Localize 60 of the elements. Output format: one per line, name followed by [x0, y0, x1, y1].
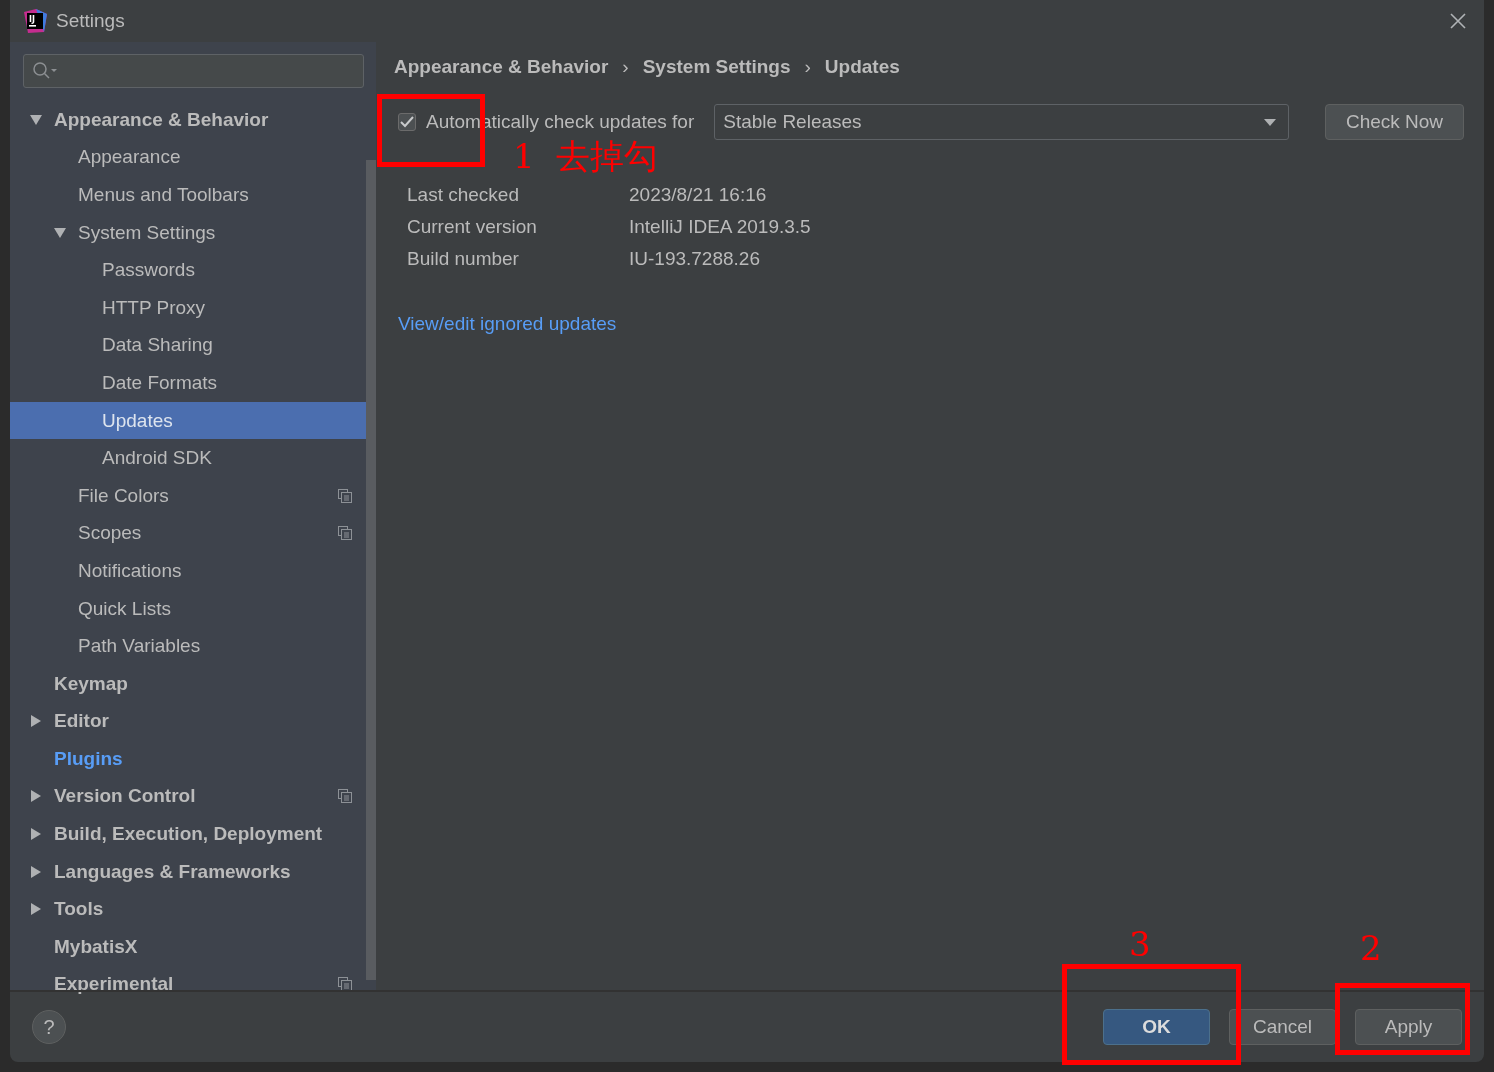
channel-dropdown[interactable]: Stable Releases — [714, 104, 1290, 140]
settings-tree-item[interactable]: Keymap — [10, 664, 366, 703]
info-value: IU-193.7288.26 — [629, 248, 761, 270]
collapsed-arrow-icon[interactable] — [30, 715, 42, 728]
annotation-text: 3 — [1129, 926, 1151, 964]
settings-tree-item[interactable]: HTTP Proxy — [10, 288, 366, 327]
info-label: Current version — [407, 216, 538, 238]
collapsed-arrow-icon[interactable] — [30, 790, 42, 803]
search-icon — [32, 61, 58, 81]
expanded-arrow-icon[interactable] — [54, 226, 66, 239]
breadcrumb-item[interactable]: System Settings — [642, 56, 791, 78]
settings-tree-item[interactable]: Notifications — [10, 552, 366, 590]
expanded-arrow-icon[interactable] — [30, 113, 42, 126]
close-icon[interactable] — [1450, 13, 1466, 29]
settings-tree-item[interactable]: File Colors — [10, 476, 366, 515]
settings-tree-item[interactable]: Version Control — [10, 777, 366, 816]
dialog-button[interactable]: OK — [1103, 1009, 1210, 1045]
settings-tree-item[interactable]: Build, Execution, Deployment — [10, 815, 366, 853]
scrollbar[interactable] — [366, 160, 376, 980]
settings-tree-item[interactable]: MybatisX — [10, 928, 366, 966]
window-title: Settings — [56, 10, 125, 32]
info-label: Last checked — [407, 184, 520, 206]
caret-icon — [1264, 118, 1277, 126]
settings-tree-item[interactable]: Android SDK — [10, 439, 366, 477]
dialog-button[interactable]: Apply — [1355, 1009, 1462, 1045]
collapsed-arrow-icon[interactable] — [30, 903, 42, 916]
settings-tree-item[interactable]: Quick Lists — [10, 589, 366, 628]
settings-tree-item[interactable]: System Settings — [10, 213, 366, 252]
settings-tree-item[interactable]: Editor — [10, 702, 366, 741]
breadcrumb-separator: › — [804, 56, 811, 78]
settings-tree-item[interactable]: Appearance — [10, 138, 366, 177]
annotation-text: 1 去掉勾 — [513, 138, 659, 176]
help-button[interactable]: ? — [32, 1010, 66, 1044]
collapsed-arrow-icon[interactable] — [30, 828, 42, 841]
settings-tree-item[interactable]: Plugins — [10, 740, 366, 778]
info-label: Build number — [407, 248, 520, 270]
settings-tree-item[interactable]: Data Sharing — [10, 326, 366, 365]
settings-tree-item[interactable]: Passwords — [10, 251, 366, 289]
info-value: 2023/8/21 16:16 — [629, 184, 768, 206]
dialog-button[interactable]: Cancel — [1229, 1009, 1336, 1045]
settings-tree-item[interactable]: Languages & Frameworks — [10, 852, 366, 891]
collapsed-arrow-icon[interactable] — [30, 865, 42, 878]
breadcrumb-item[interactable]: Appearance & Behavior — [394, 56, 609, 78]
settings-tree-item[interactable]: Date Formats — [10, 364, 366, 402]
settings-tree-item[interactable]: Menus and Toolbars — [10, 176, 366, 214]
settings-tree-item[interactable]: Updates — [10, 401, 366, 440]
settings-tree-item[interactable]: Tools — [10, 890, 366, 929]
checkbox[interactable] — [398, 113, 416, 131]
ignored-updates-link[interactable]: View/edit ignored updates — [398, 313, 617, 335]
settings-tree-item[interactable]: Scopes — [10, 514, 366, 553]
breadcrumb-item[interactable]: Updates — [824, 56, 900, 78]
check-now-button[interactable]: Check Now — [1325, 104, 1464, 140]
info-value: IntelliJ IDEA 2019.3.5 — [629, 216, 812, 238]
settings-tree-item[interactable]: Appearance & Behavior — [10, 101, 366, 139]
app-logo-icon: IJ — [22, 8, 48, 34]
annotation-text: 2 — [1360, 930, 1382, 968]
settings-tree-item[interactable]: Experimental — [10, 965, 366, 1004]
settings-tree-item[interactable]: Path Variables — [10, 627, 366, 665]
breadcrumb-separator: › — [622, 56, 629, 78]
search-field[interactable] — [23, 54, 364, 88]
